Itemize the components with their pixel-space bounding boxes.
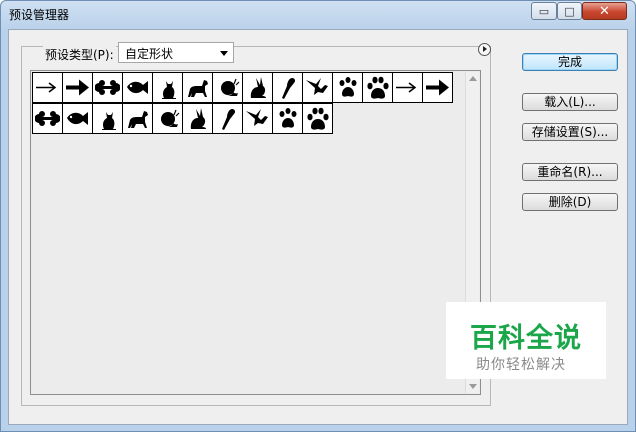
shape-thumbnail[interactable]	[422, 72, 453, 103]
shape-thumbnail[interactable]	[302, 103, 333, 134]
watermark-title: 百科全说	[470, 323, 582, 354]
window-title: 预设管理器	[9, 8, 70, 22]
shape-thumbnail[interactable]	[152, 103, 183, 134]
shape-row	[32, 103, 466, 134]
shape-thumbnail[interactable]	[182, 72, 213, 103]
shape-thumbnail[interactable]	[242, 72, 273, 103]
done-button[interactable]: 完成	[522, 53, 618, 71]
dog-icon	[188, 80, 208, 97]
title-bar[interactable]: 预设管理器 ▭ □ ✕	[1, 1, 635, 27]
arrow-bold-icon	[426, 79, 449, 96]
fish-icon	[127, 81, 148, 94]
shape-thumbnail[interactable]	[332, 72, 363, 103]
scroll-up-icon[interactable]	[469, 76, 477, 81]
arrow-bold-icon	[66, 79, 89, 96]
rabbit-icon	[190, 108, 206, 129]
minimize-icon: ▭	[538, 4, 550, 18]
rename-button[interactable]: 重命名(R)...	[522, 163, 618, 181]
shape-thumbnail[interactable]	[362, 72, 393, 103]
bird-icon	[306, 78, 328, 95]
paw-icon	[367, 76, 389, 99]
paw-print-icon	[339, 77, 357, 97]
shape-thumbnail[interactable]	[32, 103, 63, 134]
parrot-icon	[222, 109, 236, 130]
watermark: 百科全说 助你轻松解决	[446, 302, 606, 379]
shape-thumbnail[interactable]	[302, 72, 333, 103]
shape-thumbnail[interactable]	[182, 103, 213, 134]
preset-type-dropdown[interactable]: 自定形状	[118, 42, 234, 63]
bird-icon	[246, 109, 268, 126]
shape-thumbnail[interactable]	[32, 72, 63, 103]
shape-grid	[32, 72, 466, 134]
shape-thumbnail[interactable]	[152, 72, 183, 103]
save-settings-button[interactable]: 存储设置(S)...	[522, 123, 618, 141]
bone-icon	[35, 111, 60, 126]
close-button[interactable]: ✕	[582, 2, 627, 20]
shape-thumbnail[interactable]	[122, 103, 153, 134]
parrot-icon	[282, 78, 296, 99]
preset-type-value: 自定形状	[125, 47, 174, 61]
preset-list[interactable]	[30, 70, 481, 395]
panel-menu-icon[interactable]	[478, 43, 491, 56]
maximize-icon: □	[564, 4, 575, 18]
shape-thumbnail[interactable]	[272, 103, 303, 134]
delete-button[interactable]: 删除(D)	[522, 193, 618, 211]
fish-icon	[67, 112, 88, 125]
shape-thumbnail[interactable]	[62, 103, 93, 134]
shape-thumbnail[interactable]	[92, 103, 123, 134]
shape-thumbnail[interactable]	[62, 72, 93, 103]
snail-icon	[217, 78, 240, 96]
shape-thumbnail[interactable]	[392, 72, 423, 103]
shape-row	[32, 72, 466, 103]
shape-thumbnail[interactable]	[212, 103, 243, 134]
dog-icon	[128, 111, 148, 128]
cat-icon	[162, 81, 176, 99]
load-button[interactable]: 载入(L)...	[522, 93, 618, 111]
paw-icon	[307, 107, 329, 130]
maximize-button[interactable]: □	[557, 2, 582, 20]
shape-thumbnail[interactable]	[122, 72, 153, 103]
shape-thumbnail[interactable]	[242, 103, 273, 134]
paw-print-icon	[279, 108, 297, 128]
arrow-thin-icon	[36, 82, 57, 93]
preset-type-label: 预设类型(P):	[43, 46, 116, 63]
arrow-thin-icon	[396, 82, 417, 93]
bone-icon	[95, 80, 120, 95]
rabbit-icon	[250, 77, 266, 98]
scroll-down-icon[interactable]	[469, 384, 477, 389]
snail-icon	[157, 109, 180, 127]
chevron-down-icon	[220, 51, 228, 56]
minimize-button[interactable]: ▭	[531, 2, 557, 20]
shape-thumbnail[interactable]	[272, 72, 303, 103]
watermark-subtitle: 助你轻松解决	[476, 357, 566, 373]
cat-icon	[102, 112, 116, 130]
preset-manager-window: 预设管理器 ▭ □ ✕ 预设类型(P): 自定形状 完成 载入(L)... 存储…	[0, 0, 636, 432]
shape-thumbnail[interactable]	[212, 72, 243, 103]
shape-thumbnail[interactable]	[92, 72, 123, 103]
close-icon: ✕	[599, 3, 610, 19]
